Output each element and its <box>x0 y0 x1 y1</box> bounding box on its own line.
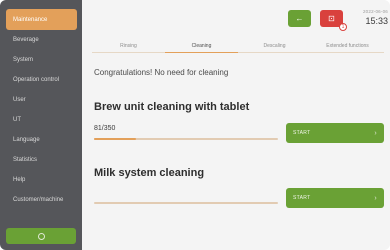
maintenance-tabs: Rinsing Cleaning Descaling Extended func… <box>92 43 384 53</box>
sidebar-item-statistics[interactable]: Statistics <box>6 150 77 170</box>
status-message: Congratulations! No need for cleaning <box>94 68 229 77</box>
sidebar: Maintenance Beverage System Operation co… <box>0 0 82 250</box>
back-button[interactable]: ← <box>288 10 311 27</box>
tab-descaling[interactable]: Descaling <box>238 43 311 53</box>
clock-time: 15:33 <box>365 16 388 26</box>
alert-count-badge: 1 <box>339 23 347 31</box>
clock-date: 2022-06-06 <box>362 9 388 14</box>
sidebar-item-operation-control[interactable]: Operation control <box>6 70 77 90</box>
brew-start-label: START <box>293 130 311 136</box>
chevron-right-icon: › <box>374 129 377 137</box>
sidebar-item-help[interactable]: Help <box>6 170 77 190</box>
brew-cleaning-title: Brew unit cleaning with tablet <box>94 101 250 113</box>
tab-extended-functions[interactable]: Extended functions <box>311 43 384 53</box>
arrow-left-icon: ← <box>295 13 304 23</box>
sidebar-item-system[interactable]: System <box>6 50 77 70</box>
sidebar-item-customer-machine[interactable]: Customer/machine <box>6 190 77 210</box>
power-icon <box>37 232 45 240</box>
milk-start-label: START <box>293 195 311 201</box>
alerts-button[interactable]: ⊡ 1 <box>320 10 347 31</box>
clock: 2022-06-06 15:33 <box>354 9 388 26</box>
sidebar-item-maintenance[interactable]: Maintenance <box>6 9 77 30</box>
sidebar-item-language[interactable]: Language <box>6 130 77 150</box>
brew-cleaning-progress <box>94 138 278 140</box>
sidebar-item-ut[interactable]: UT <box>6 110 77 130</box>
brew-cleaning-progress-fill <box>94 138 137 140</box>
tab-cleaning[interactable]: Cleaning <box>165 43 238 53</box>
milk-cleaning-start-button[interactable]: START › <box>286 188 384 208</box>
milk-cleaning-progress <box>94 202 278 204</box>
chevron-right-icon: › <box>374 194 377 202</box>
device-screen: Maintenance Beverage System Operation co… <box>0 0 390 250</box>
brew-cleaning-start-button[interactable]: START › <box>286 123 384 143</box>
main-panel: ← ⊡ 1 2022-06-06 15:33 Rinsing Cleaning … <box>82 0 390 250</box>
sidebar-item-beverage[interactable]: Beverage <box>6 30 77 50</box>
milk-cleaning-title: Milk system cleaning <box>94 167 205 179</box>
sidebar-item-user[interactable]: User <box>6 90 77 110</box>
tab-rinsing[interactable]: Rinsing <box>92 43 165 53</box>
sidebar-list: Maintenance Beverage System Operation co… <box>0 9 82 210</box>
brew-cleaning-counter: 81/350 <box>94 125 116 132</box>
alert-icon: ⊡ <box>328 13 335 23</box>
power-button[interactable] <box>6 228 76 244</box>
